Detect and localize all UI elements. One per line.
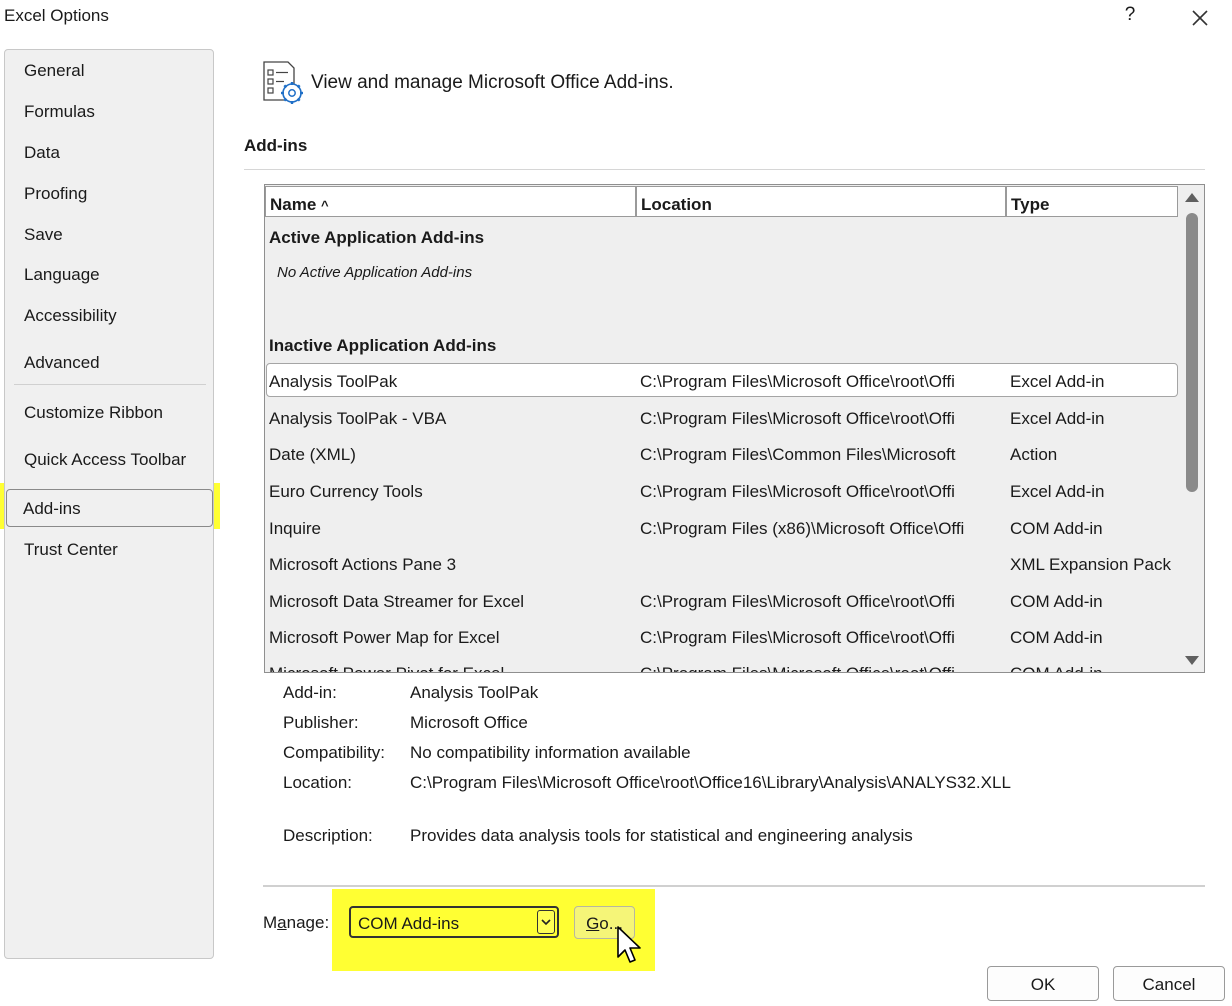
cell-type: COM Add-in xyxy=(1010,664,1103,672)
sidebar-item-formulas[interactable]: Formulas xyxy=(24,102,95,122)
cell-location: C:\Program Files\Common Files\Microsoft xyxy=(640,445,956,464)
cell-name: Microsoft Actions Pane 3 xyxy=(269,555,457,574)
close-button[interactable] xyxy=(1186,4,1214,32)
sidebar-item-customize-ribbon[interactable]: Customize Ribbon xyxy=(24,403,163,423)
cell-name: Analysis ToolPak - VBA xyxy=(269,409,447,428)
scroll-down-icon[interactable] xyxy=(1185,656,1199,665)
cell-location: C:\Program Files\Microsoft Office\root\O… xyxy=(640,592,955,611)
empty-group-message: No Active Application Add-ins xyxy=(277,264,473,281)
section-divider xyxy=(244,169,1205,170)
sidebar-divider xyxy=(14,384,206,385)
scroll-thumb[interactable] xyxy=(1186,213,1198,492)
sidebar-item-save[interactable]: Save xyxy=(24,225,63,245)
cell-name: Euro Currency Tools xyxy=(269,482,423,501)
cell-type: Action xyxy=(1010,445,1058,464)
sidebar-item-trust-center[interactable]: Trust Center xyxy=(24,540,118,560)
manage-label-prefix: M xyxy=(263,913,278,932)
cell-location: C:\Program Files\Microsoft Office\root\O… xyxy=(640,409,955,428)
column-header-label: Name xyxy=(270,195,317,214)
scroll-up-icon[interactable] xyxy=(1185,193,1199,202)
detail-addin-value: Analysis ToolPak xyxy=(410,683,539,702)
sidebar-item-addins[interactable]: Add-ins xyxy=(6,489,213,527)
cell-name: Inquire xyxy=(269,519,321,538)
manage-select-value: COM Add-ins xyxy=(358,914,460,933)
window-title: Excel Options xyxy=(4,6,109,25)
addins-settings-icon xyxy=(262,60,306,106)
page-title: View and manage Microsoft Office Add-ins… xyxy=(311,72,674,93)
cell-location: C:\Program Files\Microsoft Office\root\O… xyxy=(640,372,955,391)
detail-publisher-label: Publisher: xyxy=(283,713,359,732)
cancel-button[interactable]: Cancel xyxy=(1113,966,1225,1001)
addins-table: Name ^ Location Type Active Application … xyxy=(264,184,1205,673)
bottom-divider xyxy=(263,885,1205,887)
vertical-scrollbar[interactable] xyxy=(1179,185,1204,672)
detail-location-value: C:\Program Files\Microsoft Office\root\O… xyxy=(410,773,1011,792)
sidebar-item-general[interactable]: General xyxy=(24,61,84,81)
detail-compatibility-label: Compatibility: xyxy=(283,743,386,762)
close-icon xyxy=(1192,10,1208,26)
sidebar-item-proofing[interactable]: Proofing xyxy=(24,184,87,204)
cell-type: Excel Add-in xyxy=(1010,482,1105,501)
cell-type: Excel Add-in xyxy=(1010,372,1105,391)
sidebar-item-advanced[interactable]: Advanced xyxy=(24,353,100,373)
column-header-location[interactable]: Location xyxy=(636,186,1006,217)
detail-location-label: Location: xyxy=(283,773,352,792)
detail-publisher-value: Microsoft Office xyxy=(410,713,528,732)
manage-label: Manage: xyxy=(263,913,329,933)
sort-ascending-icon: ^ xyxy=(321,198,329,213)
sidebar-item-quick-access-toolbar[interactable]: Quick Access Toolbar xyxy=(24,450,186,470)
manage-select[interactable]: COM Add-ins xyxy=(349,906,559,938)
manage-label-accelerator: a xyxy=(277,913,287,932)
ok-button[interactable]: OK xyxy=(987,966,1099,1001)
cell-location: C:\Program Files (x86)\Microsoft Office\… xyxy=(640,519,965,538)
detail-description-label: Description: xyxy=(283,826,373,845)
sidebar-item-data[interactable]: Data xyxy=(24,143,60,163)
detail-compatibility-value: No compatibility information available xyxy=(410,743,691,762)
group-header-active: Active Application Add-ins xyxy=(269,228,485,247)
cell-name: Date (XML) xyxy=(269,445,356,464)
cell-location: C:\Program Files\Microsoft Office\root\O… xyxy=(640,482,955,501)
sidebar-item-accessibility[interactable]: Accessibility xyxy=(24,306,117,326)
cell-location: C:\Program Files\Microsoft Office\root\O… xyxy=(640,628,955,647)
sidebar-item-language[interactable]: Language xyxy=(24,265,100,285)
cell-type: XML Expansion Pack xyxy=(1010,555,1171,574)
group-header-inactive: Inactive Application Add-ins xyxy=(269,336,497,355)
cell-location: C:\Program Files\Microsoft Office\root\O… xyxy=(640,664,955,672)
go-button-accelerator: G xyxy=(586,914,600,933)
cell-name: Microsoft Data Streamer for Excel xyxy=(269,592,525,611)
column-header-name[interactable]: Name ^ xyxy=(265,186,636,217)
cell-type: COM Add-in xyxy=(1010,592,1103,611)
sidebar-item-label: Add-ins xyxy=(23,499,81,518)
cell-type: COM Add-in xyxy=(1010,519,1103,538)
cell-name: Microsoft Power Map for Excel xyxy=(269,628,500,647)
detail-addin-label: Add-in: xyxy=(283,683,337,702)
manage-label-suffix: nage: xyxy=(286,913,330,932)
help-button[interactable]: ? xyxy=(1118,4,1142,30)
cell-name: Analysis ToolPak xyxy=(269,372,398,391)
column-header-type[interactable]: Type xyxy=(1006,186,1178,217)
mouse-cursor-icon xyxy=(615,925,647,969)
cell-type: Excel Add-in xyxy=(1010,409,1105,428)
chevron-down-icon[interactable] xyxy=(537,910,555,934)
cell-type: COM Add-in xyxy=(1010,628,1103,647)
detail-description-value: Provides data analysis tools for statist… xyxy=(410,826,913,845)
section-title: Add-ins xyxy=(244,136,308,155)
cell-name: Microsoft Power Pivot for Excel xyxy=(269,664,504,672)
